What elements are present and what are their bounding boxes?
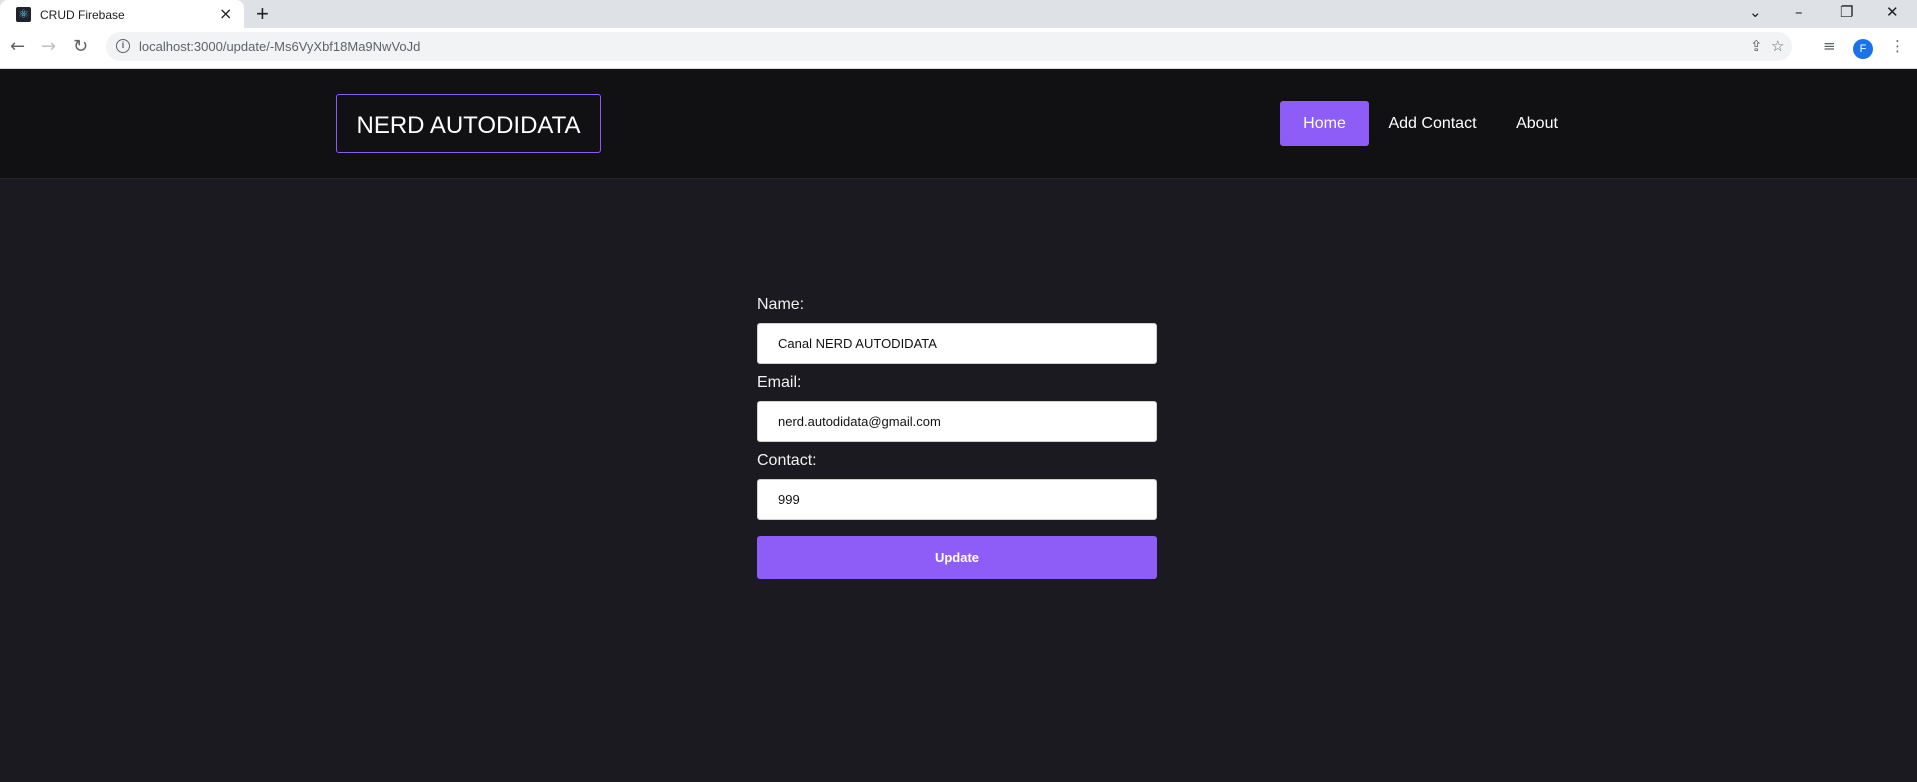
nav-link-home[interactable]: Home [1280,101,1369,146]
browser-tab[interactable]: ⚛ CRUD Firebase × [0,0,244,29]
nav-link-add-contact[interactable]: Add Contact [1380,101,1485,146]
url-text: localhost:3000/update/-Ms6VyXbf18Ma9NwVo… [139,39,421,54]
chevron-down-icon[interactable]: ⌄ [1749,3,1762,21]
email-field[interactable] [757,401,1157,442]
browser-tab-strip: ⚛ CRUD Firebase × + ⌄ – ❐ ✕ [0,0,1917,29]
brand-title: NERD AUTODIDATA [356,112,581,139]
email-label: Email: [757,374,802,391]
window-close-icon[interactable]: ✕ [1886,3,1899,21]
name-field[interactable] [757,323,1157,364]
reload-icon[interactable]: ↻ [73,37,88,57]
reading-list-icon[interactable]: ≡ [1823,37,1836,55]
forward-arrow-icon[interactable]: → [41,37,56,57]
tab-title: CRUD Firebase [40,8,125,22]
brand-logo[interactable]: NERD AUTODIDATA [336,94,601,153]
app-navbar: NERD AUTODIDATA Home Add Contact About [0,69,1917,179]
name-label: Name: [757,296,805,313]
contact-field[interactable] [757,479,1157,520]
browser-toolbar: ← → ↻ i localhost:3000/update/-Ms6VyXbf1… [0,28,1917,69]
close-icon[interactable]: × [219,5,232,23]
back-arrow-icon[interactable]: ← [10,37,25,57]
address-bar[interactable]: i localhost:3000/update/-Ms6VyXbf18Ma9Nw… [106,32,1792,61]
avatar[interactable]: F [1853,39,1873,59]
nav-link-about[interactable]: About [1502,101,1572,146]
restore-icon[interactable]: ❐ [1840,3,1853,21]
info-icon[interactable]: i [116,39,130,53]
star-icon[interactable]: ☆ [1771,37,1784,55]
contact-label: Contact: [757,452,817,469]
share-icon[interactable]: ⇪ [1750,37,1763,55]
minimize-icon[interactable]: – [1795,3,1803,21]
react-favicon-icon: ⚛ [16,7,31,22]
kebab-menu-icon[interactable]: ⋮ [1890,37,1905,55]
update-button[interactable]: Update [757,536,1157,579]
plus-icon[interactable]: + [256,3,269,25]
